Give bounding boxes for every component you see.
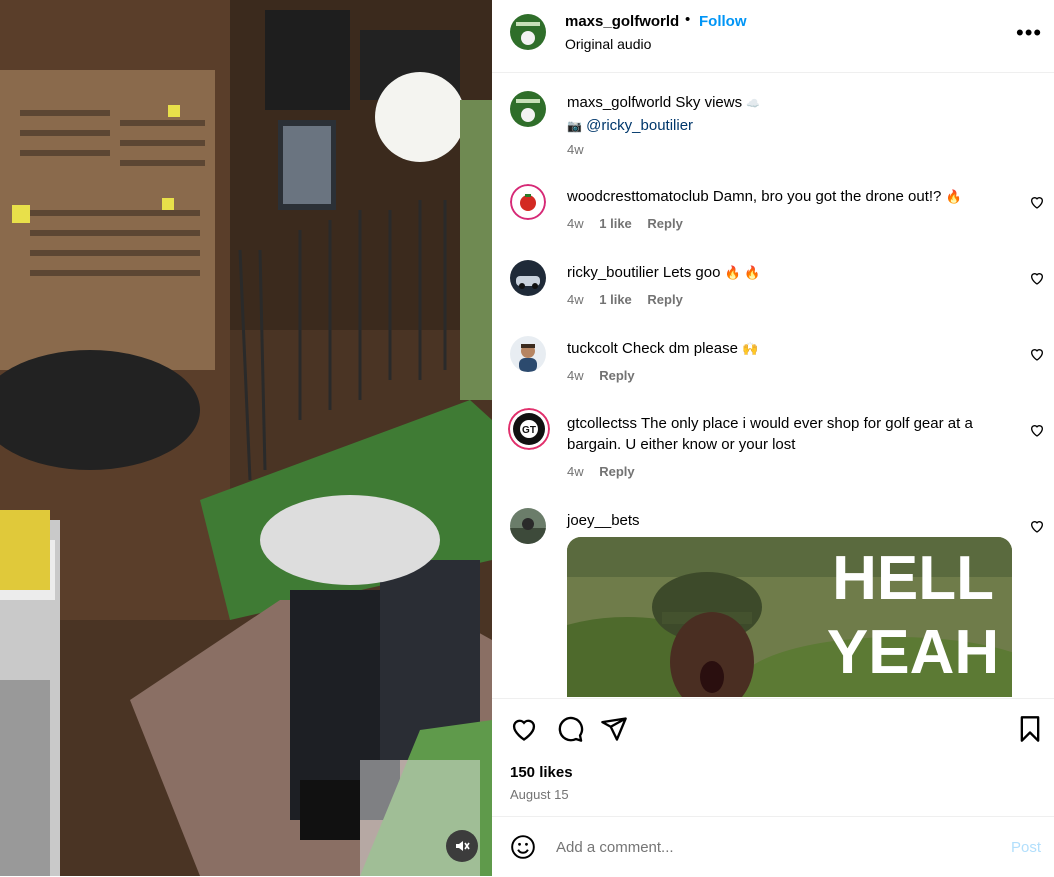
comment-time[interactable]: 4w xyxy=(567,292,584,307)
separator-dot: • xyxy=(685,11,691,28)
post-date[interactable]: August 15 xyxy=(510,787,569,802)
gif-text-line2: YEAH xyxy=(827,618,999,687)
post-button[interactable]: Post xyxy=(1011,839,1041,856)
mention-link[interactable]: @ricky_boutilier xyxy=(586,117,693,134)
share-icon[interactable] xyxy=(600,715,628,743)
heart-icon[interactable] xyxy=(1029,346,1045,362)
reply-button[interactable]: Reply xyxy=(599,368,634,383)
heart-icon[interactable] xyxy=(1029,194,1045,210)
comment-body: Check dm please xyxy=(622,340,738,357)
post-media[interactable] xyxy=(0,0,492,876)
comment-likes[interactable]: 1 like xyxy=(599,292,632,307)
emoji-icon[interactable] xyxy=(510,834,536,860)
cloud-emoji: ☁️ xyxy=(746,98,760,110)
comment-meta: 4w 1 like Reply xyxy=(567,216,695,231)
caption-body: Sky views xyxy=(675,94,743,111)
comment-gif[interactable]: HELL YEAH xyxy=(567,537,1012,697)
comment-likes[interactable]: 1 like xyxy=(599,216,632,231)
speaker-muted-icon xyxy=(454,838,470,854)
golf-shop-photo xyxy=(0,0,492,876)
reply-button[interactable]: Reply xyxy=(599,464,634,479)
comment-icon[interactable] xyxy=(556,715,584,743)
heart-icon[interactable] xyxy=(1029,270,1045,286)
fire-emoji: 🔥 🔥 xyxy=(724,265,761,280)
comment-time[interactable]: 4w xyxy=(567,464,584,479)
mute-button[interactable] xyxy=(446,830,478,862)
avatar[interactable] xyxy=(510,260,546,296)
comment-composer: Post xyxy=(492,816,1054,877)
caption-meta: 4w xyxy=(567,142,596,157)
post-author-username[interactable]: maxs_golfworld xyxy=(565,13,679,30)
comment-input[interactable] xyxy=(556,839,956,856)
avatar[interactable] xyxy=(510,91,546,127)
comment-body: Damn, bro you got the drone out!? xyxy=(712,188,942,205)
comment-time[interactable]: 4w xyxy=(567,368,584,383)
post-side-panel: maxs_golfworld • Follow Original audio •… xyxy=(492,0,1054,876)
caption-time[interactable]: 4w xyxy=(567,142,584,157)
comment-meta: 4w Reply xyxy=(567,464,647,479)
reply-button[interactable]: Reply xyxy=(647,216,682,231)
comment-username[interactable]: woodcresttomatoclub xyxy=(567,188,709,205)
comment-username[interactable]: joey__bets xyxy=(567,512,640,529)
camera-emoji: 📷 xyxy=(567,119,582,133)
comment-text: ricky_boutilier Lets goo 🔥 🔥 xyxy=(567,262,1007,283)
caption-text: maxs_golfworld Sky views ☁️ 📷 @ricky_bou… xyxy=(567,92,1007,137)
comment-time[interactable]: 4w xyxy=(567,216,584,231)
comment-username[interactable]: gtcollectss xyxy=(567,415,637,432)
audio-label[interactable]: Original audio xyxy=(565,36,651,52)
caption-username[interactable]: maxs_golfworld xyxy=(567,94,671,111)
heart-icon[interactable] xyxy=(1029,518,1045,534)
avatar[interactable] xyxy=(510,184,546,220)
comment-text: joey__bets xyxy=(567,510,1007,531)
avatar[interactable] xyxy=(510,336,546,372)
avatar[interactable]: GT xyxy=(508,408,550,450)
raising-hands-emoji: 🙌 xyxy=(742,341,759,356)
follow-button[interactable]: Follow xyxy=(699,13,747,30)
gif-text-line1: HELL xyxy=(832,544,994,613)
bookmark-icon[interactable] xyxy=(1016,715,1044,743)
heart-icon[interactable] xyxy=(1029,422,1045,438)
fire-emoji: 🔥 xyxy=(945,189,962,204)
action-bar: 150 likes August 15 xyxy=(492,698,1054,817)
comment-text: tuckcolt Check dm please 🙌 xyxy=(567,338,1007,359)
reply-button[interactable]: Reply xyxy=(647,292,682,307)
avatar[interactable] xyxy=(510,508,546,544)
comment-meta: 4w 1 like Reply xyxy=(567,292,695,307)
avatar[interactable] xyxy=(510,14,546,50)
comment-text: woodcresttomatoclub Damn, bro you got th… xyxy=(567,186,1007,207)
comment-username[interactable]: tuckcolt xyxy=(567,340,618,357)
more-horizontal-icon[interactable]: ••• xyxy=(1016,20,1042,46)
comment-body: Lets goo xyxy=(662,264,721,281)
svg-text:GT: GT xyxy=(522,425,536,436)
comment-username[interactable]: ricky_boutilier xyxy=(567,264,659,281)
heart-icon[interactable] xyxy=(510,715,538,743)
comment-text: gtcollectss The only place i would ever … xyxy=(567,413,1007,455)
post-header: maxs_golfworld • Follow Original audio •… xyxy=(492,0,1054,73)
comment-meta: 4w Reply xyxy=(567,368,647,383)
likes-count[interactable]: 150 likes xyxy=(510,764,573,781)
